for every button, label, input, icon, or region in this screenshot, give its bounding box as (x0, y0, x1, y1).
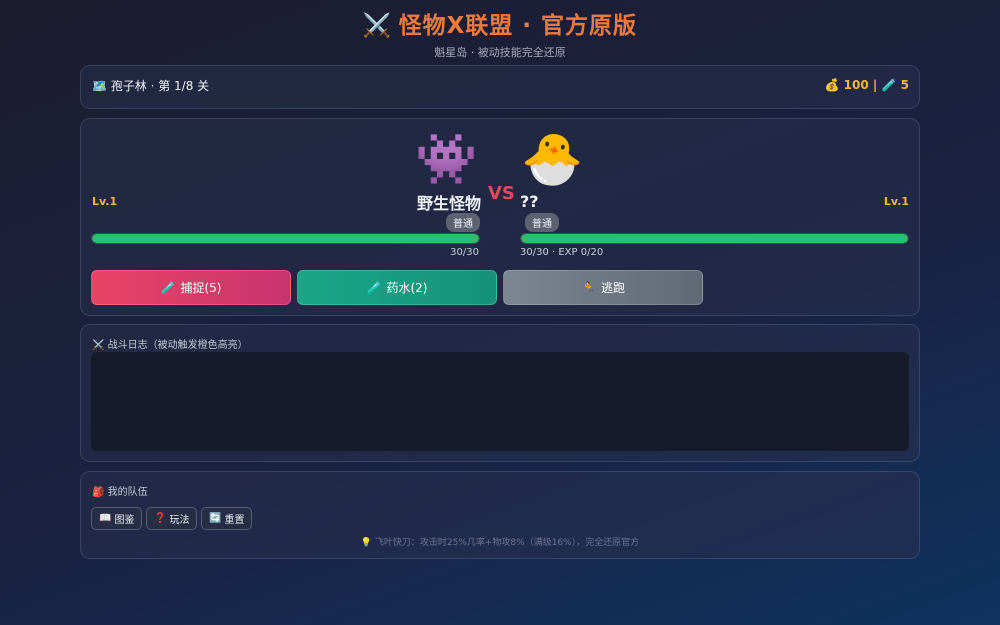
player-name: ?? (520, 192, 539, 211)
battle-panel: Lv.1 Lv.1 👾 🐣 野生怪物 VS ?? 普通 普通 30/30 30/… (80, 118, 920, 316)
how-to-play-button[interactable]: ❓ 玩法 (146, 507, 198, 530)
player-hp-bar (520, 233, 909, 244)
reset-label: 重置 (224, 515, 245, 526)
how-to-play-label: 玩法 (169, 515, 190, 526)
backpack-icon: 🎒 (92, 487, 105, 498)
enemy-hp-text: 30/30 (450, 247, 479, 258)
enemy-rarity-badge: 普通 (446, 213, 480, 232)
potion-icon: 🧪 (160, 280, 176, 295)
flee-button[interactable]: 🏃 逃跑 (503, 270, 703, 305)
enemy-name: 野生怪物 (417, 194, 482, 213)
open-book-icon: 📖 (99, 513, 112, 524)
money-bag-icon: 💰 (824, 78, 840, 92)
potion-button-label: 药水(2) (386, 281, 428, 295)
stage-panel: 🗺️ 孢子林 · 第 1/8 关 💰 100 | 🧪 5 (80, 65, 920, 109)
monster-dex-label: 图鉴 (114, 515, 135, 526)
reset-button[interactable]: 🔄 重置 (201, 507, 253, 530)
enemy-hp-bar (91, 233, 480, 244)
page-subtitle: 魁星岛 · 被动技能完全还原 (434, 46, 566, 59)
stage-info: 🗺️ 孢子林 · 第 1/8 关 (92, 77, 209, 94)
battle-log-title: ⚔️ 战斗日志（被动触发橙色高亮） (92, 336, 248, 351)
player-hp-text: 30/30 · EXP 0/20 (520, 247, 604, 258)
enemy-sprite-icon: 👾 (415, 130, 478, 188)
battle-log-box[interactable] (91, 352, 909, 451)
potion-icon: 🧪 (366, 280, 382, 295)
team-panel: 🎒 我的队伍 📖 图鉴 ❓ 玩法 🔄 重置 💡 飞叶快刀：攻击时25%几率+物攻… (80, 471, 920, 559)
catch-button-label: 捕捉(5) (180, 281, 222, 295)
player-rarity-badge: 普通 (525, 213, 559, 232)
battle-log-title-text: 战斗日志（被动触发橙色高亮） (107, 340, 248, 351)
refresh-icon: 🔄 (209, 513, 222, 524)
catch-button[interactable]: 🧪 捕捉(5) (91, 270, 291, 305)
resource-separator: | (872, 78, 878, 92)
flee-button-label: 逃跑 (600, 281, 625, 295)
light-bulb-icon: 💡 (360, 538, 372, 548)
passive-skill-tip: 💡 飞叶快刀：攻击时25%几率+物攻8%（满级16%），完全还原官方 (81, 535, 919, 548)
player-hp-fill (521, 234, 908, 243)
battle-log-panel: ⚔️ 战斗日志（被动触发橙色高亮） (80, 324, 920, 462)
vs-label: VS (488, 183, 515, 204)
potion-button[interactable]: 🧪 药水(2) (297, 270, 497, 305)
potion-count: 5 (900, 78, 909, 92)
page-title-text: 怪物X联盟 · 官方原版 (398, 13, 638, 39)
potion-icon: 🧪 (881, 78, 897, 92)
enemy-hp-fill (92, 234, 479, 243)
running-person-icon: 🏃 (581, 280, 596, 295)
crossed-swords-icon: ⚔️ (362, 13, 393, 39)
enemy-level: Lv.1 (92, 195, 118, 208)
map-icon: 🗺️ (92, 79, 107, 93)
page-title: ⚔️ 怪物X联盟 · 官方原版 (0, 6, 1000, 40)
stage-text: 孢子林 · 第 1/8 关 (110, 79, 210, 93)
gold-count: 100 (843, 78, 869, 92)
monster-dex-button[interactable]: 📖 图鉴 (91, 507, 143, 530)
team-title: 🎒 我的队伍 (92, 483, 148, 498)
question-mark-icon: ❓ (154, 513, 167, 524)
team-title-text: 我的队伍 (107, 487, 148, 498)
passive-skill-tip-text: 飞叶快刀：攻击时25%几率+物攻8%（满级16%），完全还原官方 (374, 538, 640, 548)
resources: 💰 100 | 🧪 5 (825, 78, 909, 92)
player-sprite-icon: 🐣 (521, 130, 584, 188)
header: ⚔️ 怪物X联盟 · 官方原版 魁星岛 · 被动技能完全还原 (0, 0, 1000, 59)
player-level: Lv.1 (883, 195, 909, 208)
crossed-swords-icon: ⚔️ (92, 340, 105, 351)
